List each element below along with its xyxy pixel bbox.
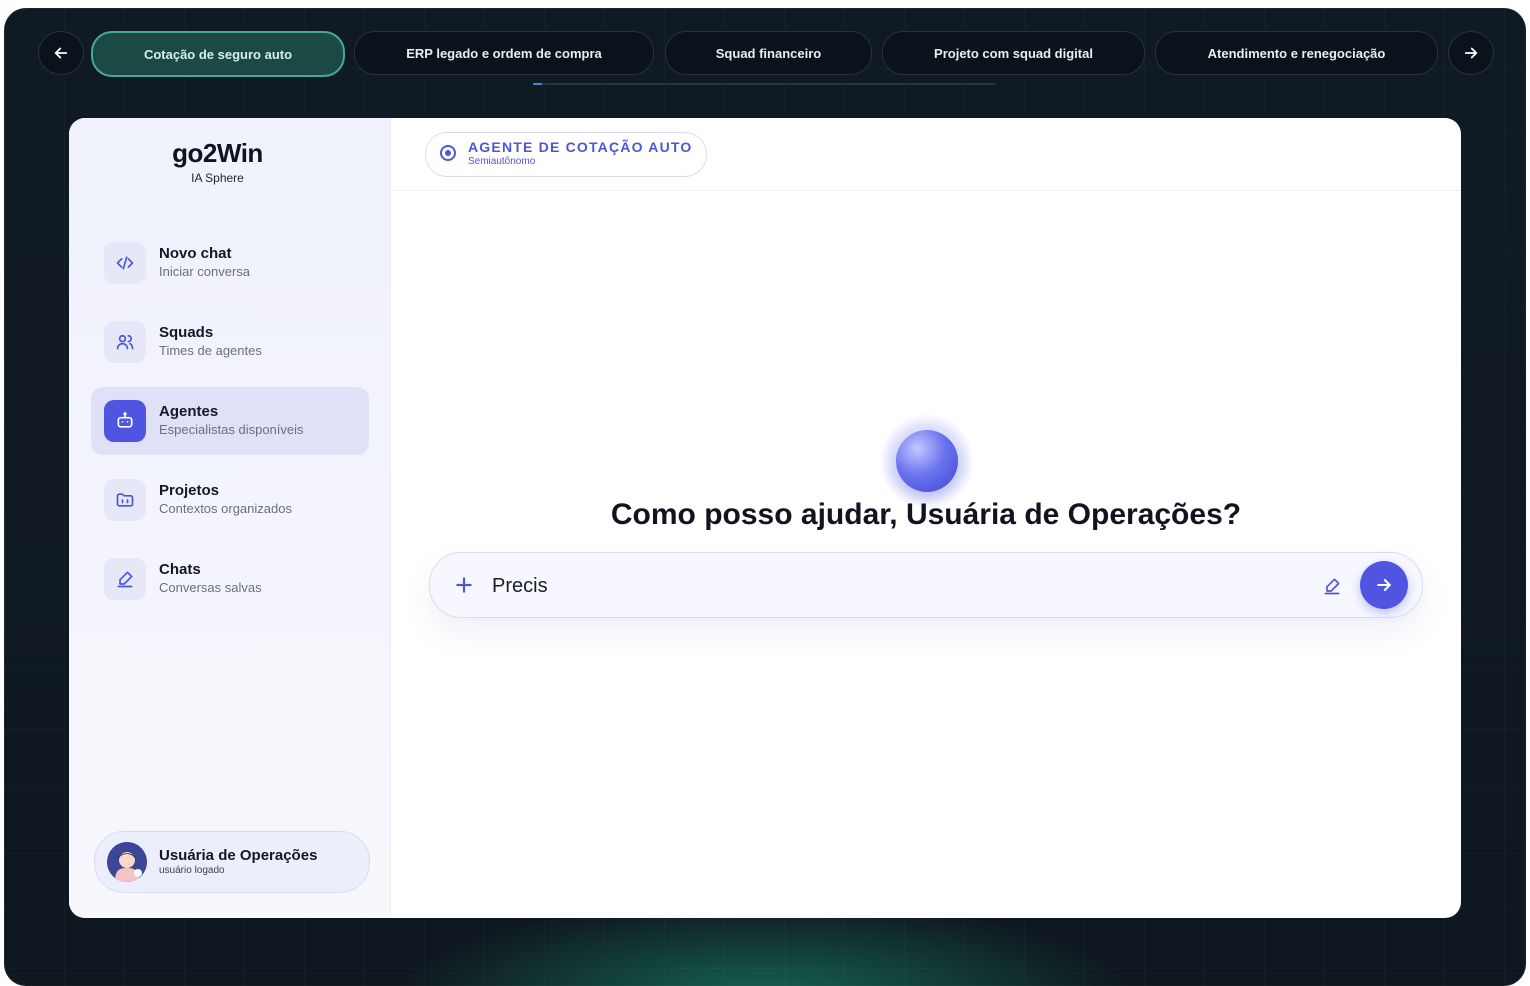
arrow-right-icon: [1377, 579, 1391, 591]
tab-cotacao-seguro-auto[interactable]: Cotação de seguro auto: [91, 31, 345, 77]
tab-squad-financeiro[interactable]: Squad financeiro: [665, 31, 872, 75]
code-icon: [104, 242, 146, 284]
agent-selector[interactable]: AGENTE DE COTAÇÃO AUTO Semiautônomo: [425, 132, 707, 177]
tab-projeto-squad-digital[interactable]: Projeto com squad digital: [882, 31, 1145, 75]
bot-icon: [104, 400, 146, 442]
brand: go2Win IA Sphere: [69, 138, 366, 185]
tab-erp-legado[interactable]: ERP legado e ordem de compra: [354, 31, 654, 75]
sidebar-item-subtitle: Conversas salvas: [159, 580, 262, 595]
arrow-right-icon: [1464, 47, 1478, 59]
chat-composer: [429, 552, 1423, 618]
app-window: go2Win IA Sphere Novo chat Iniciar conve…: [69, 118, 1461, 918]
sidebar-item-subtitle: Times de agentes: [159, 343, 262, 358]
plus-icon: [456, 577, 472, 593]
tab-atendimento-renegociacao[interactable]: Atendimento e renegociação: [1155, 31, 1438, 75]
user-name: Usuária de Operações: [159, 847, 318, 864]
attach-button[interactable]: [450, 571, 478, 599]
sidebar-item-novo-chat[interactable]: Novo chat Iniciar conversa: [91, 229, 369, 297]
next-scenario-button[interactable]: [1448, 31, 1494, 75]
users-icon: [104, 321, 146, 363]
avatar: [107, 842, 147, 882]
sidebar: go2Win IA Sphere Novo chat Iniciar conve…: [69, 118, 391, 918]
sidebar-item-title: Chats: [159, 561, 201, 578]
user-profile-card[interactable]: Usuária de Operações usuário logado: [94, 831, 370, 893]
brand-subtitle: IA Sphere: [191, 171, 244, 185]
sidebar-item-title: Squads: [159, 324, 214, 341]
sidebar-item-chats[interactable]: Chats Conversas salvas: [91, 545, 369, 613]
brand-logo: go2Win: [172, 138, 263, 168]
scenario-progress-fill: [533, 83, 543, 85]
sidebar-item-agentes[interactable]: Agentes Especialistas disponíveis: [91, 387, 369, 455]
send-button[interactable]: [1360, 561, 1408, 609]
folder-icon: [104, 479, 146, 521]
assistant-orb: [880, 414, 974, 508]
voice-input-button[interactable]: [1319, 573, 1345, 599]
sidebar-item-subtitle: Iniciar conversa: [159, 264, 251, 279]
previous-scenario-button[interactable]: [38, 31, 84, 75]
agent-mode: Semiautônomo: [468, 156, 536, 167]
message-input[interactable]: [490, 567, 1314, 605]
agent-title: AGENTE DE COTAÇÃO AUTO: [468, 139, 693, 155]
sidebar-item-squads[interactable]: Squads Times de agentes: [91, 308, 369, 376]
sidebar-item-projetos[interactable]: Projetos Contextos organizados: [91, 466, 369, 534]
orb-icon: [896, 430, 958, 492]
pen-icon: [104, 558, 146, 600]
main-header: AGENTE DE COTAÇÃO AUTO Semiautônomo: [391, 118, 1461, 191]
sidebar-item-subtitle: Especialistas disponíveis: [159, 422, 304, 437]
arrow-left-icon: [54, 47, 68, 59]
user-status: usuário logado: [159, 865, 225, 876]
scenario-progress-bar: [533, 83, 996, 85]
sidebar-item-title: Agentes: [159, 403, 219, 420]
sidebar-item-title: Novo chat: [159, 245, 232, 262]
sidebar-item-subtitle: Contextos organizados: [159, 501, 292, 516]
greeting-heading: Como posso ajudar, Usuária de Operações?: [610, 498, 1242, 531]
pen-icon: [1324, 578, 1340, 595]
radio-dot-icon: [440, 145, 456, 161]
sidebar-item-title: Projetos: [159, 482, 220, 499]
